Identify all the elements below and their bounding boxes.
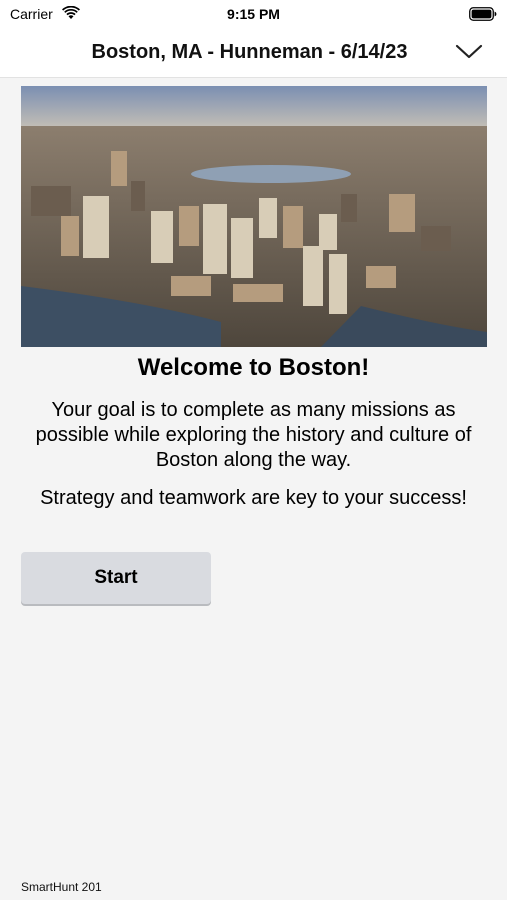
- boston-skyline-image: [21, 86, 487, 347]
- app-version-label: SmartHunt 201: [21, 880, 102, 894]
- battery-icon: [469, 7, 497, 26]
- hunt-title[interactable]: Boston, MA - Hunneman - 6/14/23: [0, 41, 507, 64]
- start-button[interactable]: Start: [21, 552, 211, 604]
- status-time: 9:15 PM: [227, 6, 280, 22]
- goal-text: Your goal is to complete as many mission…: [35, 399, 472, 471]
- chevron-down-icon[interactable]: [455, 44, 483, 65]
- navigation-bar: Boston, MA - Hunneman - 6/14/23: [0, 28, 507, 78]
- strategy-text: Strategy and teamwork are key to your su…: [40, 487, 467, 509]
- status-bar: Carrier 9:15 PM: [0, 0, 507, 28]
- welcome-heading: Welcome to Boston!: [137, 354, 370, 381]
